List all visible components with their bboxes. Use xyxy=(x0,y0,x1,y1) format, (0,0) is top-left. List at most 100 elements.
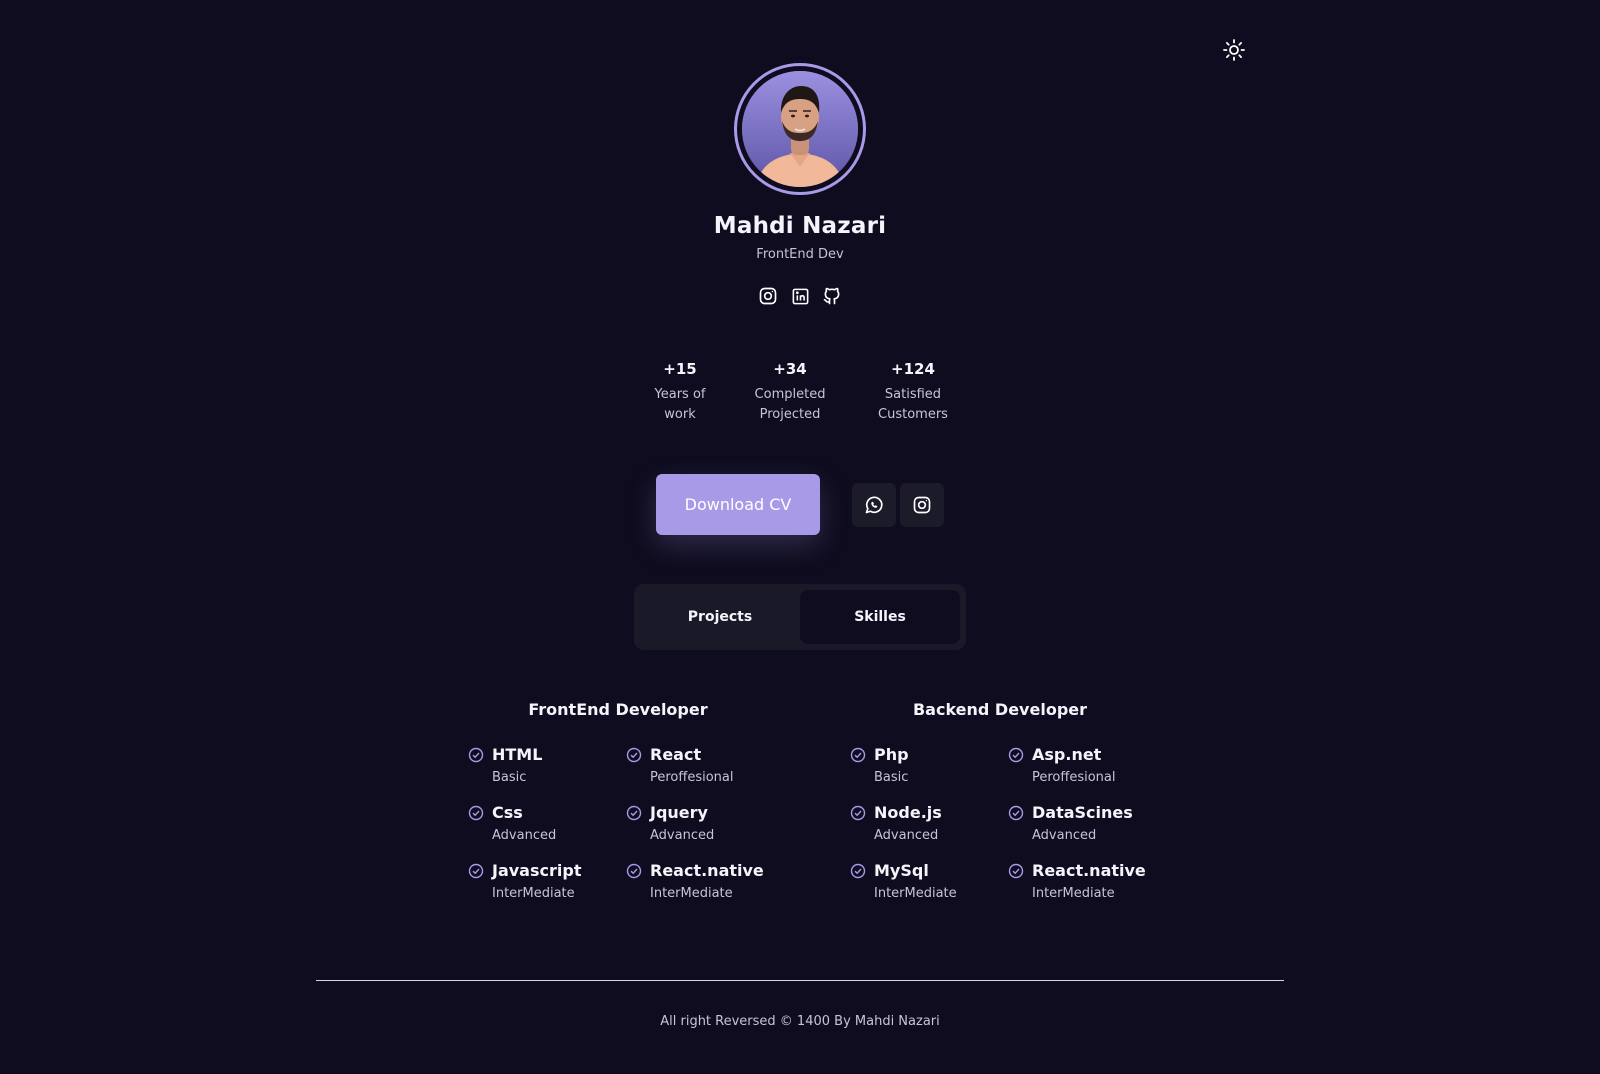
check-circle-icon xyxy=(850,863,866,879)
backend-skills: Backend Developer Php Basic Asp.net Pero… xyxy=(850,700,1166,903)
skill-item: Jquery Advanced xyxy=(626,803,784,845)
check-circle-icon xyxy=(850,805,866,821)
skill-text: Javascript InterMediate xyxy=(492,861,581,903)
stat-value: +15 xyxy=(663,360,697,378)
skill-text: Node.js Advanced xyxy=(874,803,942,845)
skill-text: Jquery Advanced xyxy=(650,803,714,845)
download-cv-button[interactable]: Download CV xyxy=(656,474,820,535)
skill-text: DataScines Advanced xyxy=(1032,803,1133,845)
whatsapp-button[interactable] xyxy=(852,483,896,527)
footer-divider xyxy=(316,980,1284,981)
skill-level: Advanced xyxy=(1032,828,1097,843)
footer-text: All right Reversed © 1400 By Mahdi Nazar… xyxy=(660,1014,940,1029)
skill-name: Css xyxy=(492,803,523,822)
skill-level: Basic xyxy=(874,770,909,785)
github-link[interactable] xyxy=(822,286,842,306)
tab-projects[interactable]: Projects xyxy=(640,590,800,644)
stat-label: Years of work xyxy=(632,385,728,425)
stat-label-line: Completed xyxy=(754,387,826,402)
check-circle-icon xyxy=(1008,805,1024,821)
instagram-button[interactable] xyxy=(900,483,944,527)
skill-item: Javascript InterMediate xyxy=(468,861,626,903)
github-icon xyxy=(823,287,840,305)
skill-item: React Peroffesional xyxy=(626,745,784,787)
stat-customers: +124 Satisfied Customers xyxy=(858,360,968,425)
group-title: FrontEnd Developer xyxy=(528,700,708,719)
skill-text: React.native InterMediate xyxy=(1032,861,1146,903)
frontend-skills: FrontEnd Developer HTML Basic React Pero… xyxy=(468,700,784,903)
skill-level: InterMediate xyxy=(874,886,957,901)
linkedin-link[interactable] xyxy=(790,286,810,306)
stats-row: +15 Years of work +34 Completed Projecte… xyxy=(0,360,1600,425)
check-circle-icon xyxy=(468,805,484,821)
theme-toggle-button[interactable] xyxy=(1222,38,1246,62)
check-circle-icon xyxy=(850,747,866,763)
check-circle-icon xyxy=(468,747,484,763)
check-circle-icon xyxy=(626,863,642,879)
skill-name: Jquery xyxy=(650,803,708,822)
skill-name: Javascript xyxy=(492,861,582,880)
linkedin-icon xyxy=(792,288,808,304)
skill-text: Php Basic xyxy=(874,745,909,787)
avatar-ring xyxy=(734,63,866,195)
skill-level: Basic xyxy=(492,770,527,785)
skill-level: InterMediate xyxy=(650,886,733,901)
skill-item: Php Basic xyxy=(850,745,1008,787)
stat-label-line: Customers xyxy=(878,407,948,422)
skill-text: React Peroffesional xyxy=(650,745,734,787)
profile-name: Mahdi Nazari xyxy=(713,213,887,239)
check-circle-icon xyxy=(1008,863,1024,879)
whatsapp-icon xyxy=(865,496,883,514)
stat-label: Satisfied Customers xyxy=(858,385,968,425)
avatar xyxy=(742,71,858,187)
instagram-icon xyxy=(913,496,931,514)
stat-value: +124 xyxy=(891,360,935,378)
skill-level: Advanced xyxy=(492,828,557,843)
skill-name: React.native xyxy=(1032,861,1146,880)
skill-item: Node.js Advanced xyxy=(850,803,1008,845)
group-title: Backend Developer xyxy=(912,700,1088,719)
skill-level: InterMediate xyxy=(492,886,575,901)
skill-level: Peroffesional xyxy=(1032,770,1116,785)
stat-label-line: Projected xyxy=(759,407,821,422)
section-tabs: Projects Skilles xyxy=(634,584,966,650)
skill-level: Advanced xyxy=(650,828,715,843)
stat-label-line: Satisfied xyxy=(884,387,942,402)
instagram-link[interactable] xyxy=(758,286,778,306)
profile-role: FrontEnd Dev xyxy=(756,247,844,262)
stat-label-line: work xyxy=(664,407,696,422)
skill-item: Css Advanced xyxy=(468,803,626,845)
skill-level: Peroffesional xyxy=(650,770,734,785)
skill-level: Advanced xyxy=(874,828,939,843)
sun-icon xyxy=(1223,39,1245,61)
skill-item: React.native InterMediate xyxy=(1008,861,1166,903)
check-circle-icon xyxy=(1008,747,1024,763)
skill-text: Css Advanced xyxy=(492,803,556,845)
stat-years: +15 Years of work xyxy=(632,360,728,425)
profile-section: Mahdi Nazari FrontEnd Dev xyxy=(0,63,1600,306)
skill-name: Node.js xyxy=(874,803,942,822)
skill-name: MySql xyxy=(874,861,929,880)
skill-name: React.native xyxy=(650,861,764,880)
skill-level: InterMediate xyxy=(1032,886,1115,901)
skill-item: HTML Basic xyxy=(468,745,626,787)
skill-name: Asp.net xyxy=(1032,745,1102,764)
tab-skills[interactable]: Skilles xyxy=(800,590,960,644)
check-circle-icon xyxy=(626,747,642,763)
skill-text: React.native InterMediate xyxy=(650,861,764,903)
avatar-portrait xyxy=(742,71,858,187)
instagram-icon xyxy=(759,287,777,305)
social-links xyxy=(758,286,842,306)
skill-name: Php xyxy=(874,745,909,764)
skill-grid: HTML Basic React Peroffesional Css Advan… xyxy=(468,745,784,903)
actions-row: Download CV xyxy=(0,474,1600,535)
skill-grid: Php Basic Asp.net Peroffesional Node.js … xyxy=(850,745,1166,903)
skill-text: MySql InterMediate xyxy=(874,861,957,903)
skill-item: MySql InterMediate xyxy=(850,861,1008,903)
stat-label-line: Years of xyxy=(654,387,706,402)
skill-item: DataScines Advanced xyxy=(1008,803,1166,845)
stat-label: Completed Projected xyxy=(740,385,840,425)
skill-name: HTML xyxy=(492,745,543,764)
skill-text: HTML Basic xyxy=(492,745,542,787)
skill-text: Asp.net Peroffesional xyxy=(1032,745,1116,787)
